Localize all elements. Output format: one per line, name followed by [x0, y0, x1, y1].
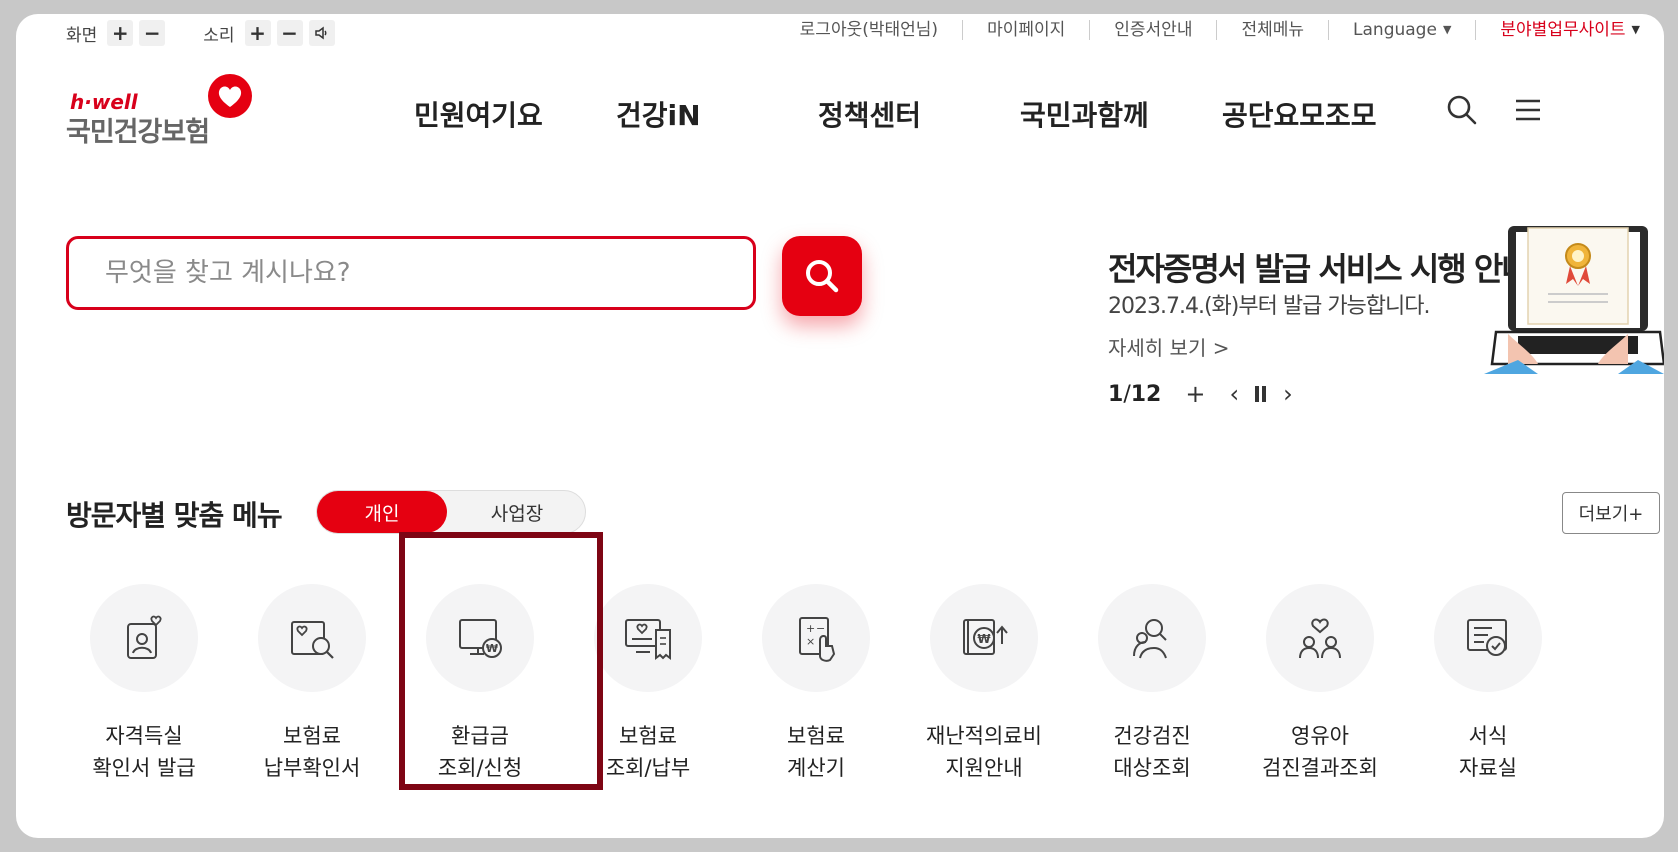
- quick-menu-item[interactable]: 영유아 검진결과조회: [1230, 584, 1410, 784]
- banner-subtitle: 2023.7.4.(화)부터 발급 가능합니다.: [1108, 294, 1431, 319]
- quick-menu-item[interactable]: ₩ 재난적의료비 지원안내: [894, 584, 1074, 784]
- quick-menu-item[interactable]: 건강검진 대상조회: [1062, 584, 1242, 784]
- won-upload-icon: ₩: [963, 619, 1008, 655]
- pager-total: 12: [1130, 381, 1162, 407]
- certificate-guide-link[interactable]: 인증서안내: [1089, 20, 1216, 40]
- volume-up-button[interactable]: +: [244, 20, 271, 46]
- svg-text:−: −: [816, 622, 825, 635]
- nav-policy-center[interactable]: 정책센터: [818, 94, 921, 134]
- volume-down-button[interactable]: −: [276, 20, 303, 46]
- search-input[interactable]: [69, 239, 753, 307]
- main-navigation: 민원여기요 건강iN 정책센터 국민과함께 공단요모조모: [16, 86, 1664, 136]
- calculator-icon: + − ×: [799, 617, 836, 662]
- zoom-in-button[interactable]: +: [107, 20, 134, 46]
- logout-link[interactable]: 로그아웃(박태언님): [776, 20, 962, 40]
- zoom-out-button[interactable]: −: [139, 20, 166, 46]
- hamburger-menu-icon[interactable]: [1512, 94, 1544, 126]
- banner-pager: 1 / 12 + ‹ ›: [1108, 380, 1293, 408]
- svg-text:+: +: [806, 622, 815, 635]
- search-icon: [806, 260, 839, 293]
- quick-menu-item[interactable]: 보험료 납부확인서: [222, 584, 402, 784]
- pager-separator: /: [1123, 381, 1131, 407]
- people-search-icon: [1133, 619, 1167, 659]
- nav-about-corp[interactable]: 공단요모조모: [1222, 94, 1377, 134]
- caret-down-icon: ▼: [1442, 23, 1452, 36]
- field-site-select[interactable]: 분야별업무사이트 ▼: [1475, 20, 1664, 40]
- search-icon[interactable]: [1446, 94, 1478, 126]
- monitor-receipt-icon: [625, 619, 671, 660]
- plus-icon[interactable]: +: [1185, 380, 1205, 408]
- form-document-icon: [1467, 619, 1507, 656]
- nav-civil-service[interactable]: 민원여기요: [414, 94, 543, 134]
- search-document-icon: [291, 621, 334, 659]
- nav-with-citizens[interactable]: 국민과함께: [1020, 94, 1149, 134]
- search-button[interactable]: [782, 236, 862, 316]
- chevron-left-icon[interactable]: ‹: [1229, 380, 1239, 408]
- speaker-icon[interactable]: [308, 20, 335, 46]
- svg-text:×: ×: [806, 635, 815, 648]
- accessibility-controls: 화면 + − 소리 + −: [66, 20, 335, 46]
- quick-menu-item[interactable]: 서식 자료실: [1398, 584, 1578, 784]
- banner-title: 전자증명서 발급 서비스 시행 안내: [1108, 250, 1531, 288]
- mypage-link[interactable]: 마이페이지: [962, 20, 1089, 40]
- id-card-icon: [127, 615, 162, 659]
- search-box: [66, 236, 756, 310]
- laptop-certificate-illustration: [1484, 226, 1664, 374]
- tab-personal[interactable]: 개인: [317, 491, 447, 533]
- language-select[interactable]: Language ▼: [1328, 20, 1475, 40]
- highlight-box: [399, 532, 603, 790]
- pager-current: 1: [1108, 381, 1124, 407]
- tab-business[interactable]: 사업장: [447, 491, 587, 533]
- quick-menu-list: 자격득실 확인서 발급 보험료 납부확인서 ₩ 환급금 조회/신청 보험료 조회…: [16, 584, 1664, 804]
- svg-text:₩: ₩: [977, 632, 991, 646]
- utility-bar: 화면 + − 소리 + − 로그아웃(박태언님) 마이페이지 인증서안내 전체메…: [16, 14, 1664, 54]
- family-heart-icon: [1299, 618, 1341, 659]
- more-button[interactable]: 더보기+: [1562, 492, 1660, 534]
- quick-menu-item[interactable]: + − × 보험료 계산기: [726, 584, 906, 784]
- nav-health-in[interactable]: 건강iN: [616, 94, 701, 134]
- utility-links: 로그아웃(박태언님) 마이페이지 인증서안내 전체메뉴 Language ▼ 분야…: [776, 20, 1664, 40]
- chevron-right-icon[interactable]: ›: [1283, 380, 1293, 408]
- visitor-type-toggle: 개인 사업장: [316, 490, 586, 534]
- screen-size-label: 화면: [66, 25, 98, 46]
- caret-down-icon: ▼: [1631, 23, 1640, 36]
- banner-more-link[interactable]: 자세히 보기 >: [1108, 332, 1229, 361]
- quick-menu-item[interactable]: 자격득실 확인서 발급: [54, 584, 234, 784]
- sound-label: 소리: [203, 25, 235, 46]
- all-menu-link[interactable]: 전체메뉴: [1216, 20, 1328, 40]
- page-frame: 화면 + − 소리 + − 로그아웃(박태언님) 마이페이지 인증서안내 전체메…: [16, 14, 1664, 838]
- pause-icon[interactable]: [1255, 380, 1267, 408]
- visitor-menu-title: 방문자별 맞춤 메뉴: [66, 499, 283, 532]
